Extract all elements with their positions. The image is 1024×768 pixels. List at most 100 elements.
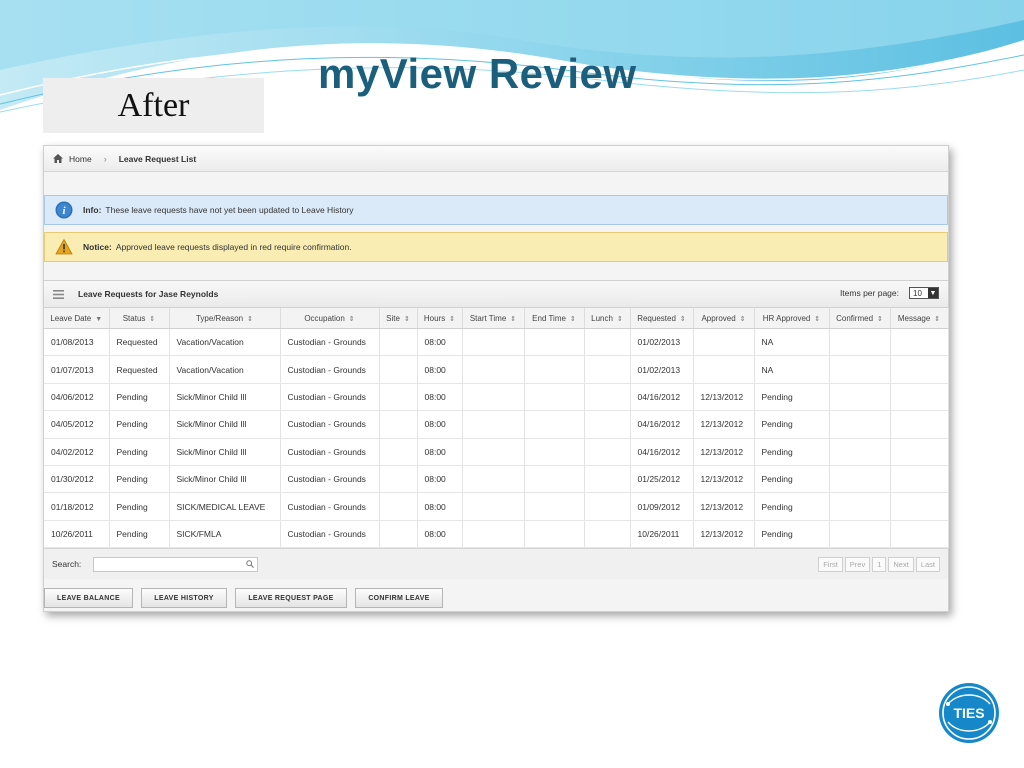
table-cell: 08:00 <box>417 355 463 384</box>
table-cell: Vacation/Vacation <box>169 328 281 357</box>
table-cell: Pending <box>754 410 830 439</box>
info-text: These leave requests have not yet been u… <box>105 205 354 215</box>
info-alert: i Info: These leave requests have not ye… <box>44 195 948 225</box>
sort-icon: ⇕ <box>679 315 686 323</box>
table-row[interactable]: 01/07/2013 Requested Vacation/Vacation Cust… <box>44 355 949 384</box>
items-per-page-label: Items per page: <box>839 288 899 298</box>
column-header[interactable]: Occupation ⇕ <box>280 308 380 329</box>
table-cell: Sick/Minor Child Ill <box>169 383 281 412</box>
table-cell: Pending <box>109 465 170 494</box>
column-header[interactable]: Requested ⇕ <box>630 308 694 329</box>
column-header[interactable]: Confirmed ⇕ <box>829 308 891 329</box>
column-header[interactable]: Type/Reason ⇕ <box>169 308 281 329</box>
pager-prev-button[interactable]: Prev <box>844 557 871 572</box>
action-buttons: LEAVE BALANCE LEAVE HISTORY LEAVE REQUEST … <box>44 588 443 608</box>
chevron-down-icon: ▼ <box>928 288 938 298</box>
home-icon[interactable] <box>53 154 63 163</box>
table-cell: Custodian - Grounds <box>280 438 380 466</box>
table-cell: Pending <box>754 492 830 521</box>
table-cell <box>584 383 631 412</box>
table-cell: Custodian - Grounds <box>280 465 380 494</box>
sort-icon: ⇕ <box>510 315 517 323</box>
table-cell: 08:00 <box>417 492 463 521</box>
column-header[interactable]: Lunch ⇕ <box>584 308 631 329</box>
table-cell <box>379 328 418 357</box>
breadcrumb-home[interactable]: Home <box>69 154 92 164</box>
column-header[interactable]: Status ⇕ <box>109 308 170 329</box>
sort-icon: ⇕ <box>403 315 410 323</box>
table-row[interactable]: 04/05/2012 Pending Sick/Minor Child Ill Cus… <box>44 410 949 439</box>
table-cell: 04/16/2012 <box>630 383 694 412</box>
leave-history-button[interactable]: LEAVE HISTORY <box>141 588 227 608</box>
breadcrumb-separator: › <box>103 153 107 164</box>
pager-next-button[interactable]: Next <box>888 557 914 572</box>
table-cell <box>379 383 418 412</box>
table-cell <box>379 355 418 384</box>
table-cell: 01/30/2012 <box>44 465 110 494</box>
table-row[interactable]: 01/30/2012 Pending Sick/Minor Child Ill Cus… <box>44 465 949 494</box>
table-cell: Custodian - Grounds <box>280 328 380 357</box>
table-cell <box>829 328 891 357</box>
table-cell <box>524 355 585 384</box>
table-cell <box>462 520 525 549</box>
table-row[interactable]: 04/06/2012 Pending Sick/Minor Child Ill Cus… <box>44 383 949 412</box>
logo-text: TIES <box>953 705 984 721</box>
table-row[interactable]: 01/18/2012 Pending SICK/MEDICAL LEAVE Custo… <box>44 492 949 521</box>
grid-header: Leave Requests for Jase Reynolds Items p… <box>44 281 948 308</box>
table-cell <box>890 438 949 466</box>
table-cell: Pending <box>109 383 170 412</box>
pager-first-button[interactable]: First <box>818 557 843 572</box>
column-header[interactable]: Hours ⇕ <box>417 308 463 329</box>
table-row[interactable]: 01/08/2013 Requested Vacation/Vacation Cust… <box>44 328 949 357</box>
confirm-leave-button[interactable]: CONFIRM LEAVE <box>355 588 443 608</box>
table-cell: 12/13/2012 <box>693 410 755 439</box>
table-cell: Custodian - Grounds <box>280 383 380 412</box>
table-cell: 01/02/2013 <box>630 355 694 384</box>
table-cell: 12/13/2012 <box>693 520 755 549</box>
table-cell <box>890 492 949 521</box>
table-cell: 12/13/2012 <box>693 383 755 412</box>
column-header[interactable]: End Time ⇕ <box>524 308 585 329</box>
table-cell: 04/02/2012 <box>44 438 110 466</box>
table-cell: 08:00 <box>417 328 463 357</box>
table-cell <box>462 410 525 439</box>
sort-icon: ⇕ <box>877 315 883 323</box>
table-cell: Sick/Minor Child Ill <box>169 410 281 439</box>
menu-icon[interactable] <box>53 289 64 299</box>
column-header[interactable]: HR Approved ⇕ <box>754 308 830 329</box>
table-cell: Requested <box>109 328 170 357</box>
ties-logo: TIES <box>939 683 999 743</box>
table-cell <box>524 438 585 466</box>
leave-request-page-button[interactable]: LEAVE REQUEST PAGE <box>235 588 347 608</box>
sort-icon: ⇕ <box>616 315 623 323</box>
table-cell <box>584 465 631 494</box>
table-cell: Custodian - Grounds <box>280 492 380 521</box>
column-header[interactable]: Site ⇕ <box>379 308 418 329</box>
items-per-page-select[interactable]: 10 ▼ <box>909 287 939 299</box>
table-cell: 01/18/2012 <box>44 492 110 521</box>
table-cell <box>890 355 949 384</box>
search-input[interactable] <box>93 556 259 572</box>
column-header[interactable]: Message ⇕ <box>890 308 949 329</box>
column-header[interactable]: Leave Date ▼ <box>44 308 110 329</box>
leave-balance-button[interactable]: LEAVE BALANCE <box>44 588 133 608</box>
table-cell <box>462 383 525 412</box>
sort-icon: ⇕ <box>739 315 746 323</box>
pager-1-button[interactable]: 1 <box>872 557 887 572</box>
column-header[interactable]: Approved ⇕ <box>693 308 755 329</box>
table-cell <box>584 492 631 521</box>
breadcrumb-current: Leave Request List <box>118 153 197 164</box>
table-cell <box>829 492 891 521</box>
table-cell: 01/25/2012 <box>630 465 694 494</box>
table-cell: SICK/MEDICAL LEAVE <box>169 492 281 521</box>
table-row[interactable]: 10/26/2011 Pending SICK/FMLA Custodian - Gr… <box>44 520 949 549</box>
table-cell: NA <box>754 355 830 384</box>
table-cell: Custodian - Grounds <box>280 410 380 439</box>
table-row[interactable]: 04/02/2012 Pending Sick/Minor Child Ill Cus… <box>44 438 949 466</box>
sort-icon: ⇕ <box>149 315 156 323</box>
table-cell <box>462 492 525 521</box>
table-cell: Sick/Minor Child Ill <box>169 438 281 466</box>
column-header[interactable]: Start Time ⇕ <box>462 308 525 329</box>
table-cell <box>829 355 891 384</box>
pager-last-button[interactable]: Last <box>915 557 940 572</box>
